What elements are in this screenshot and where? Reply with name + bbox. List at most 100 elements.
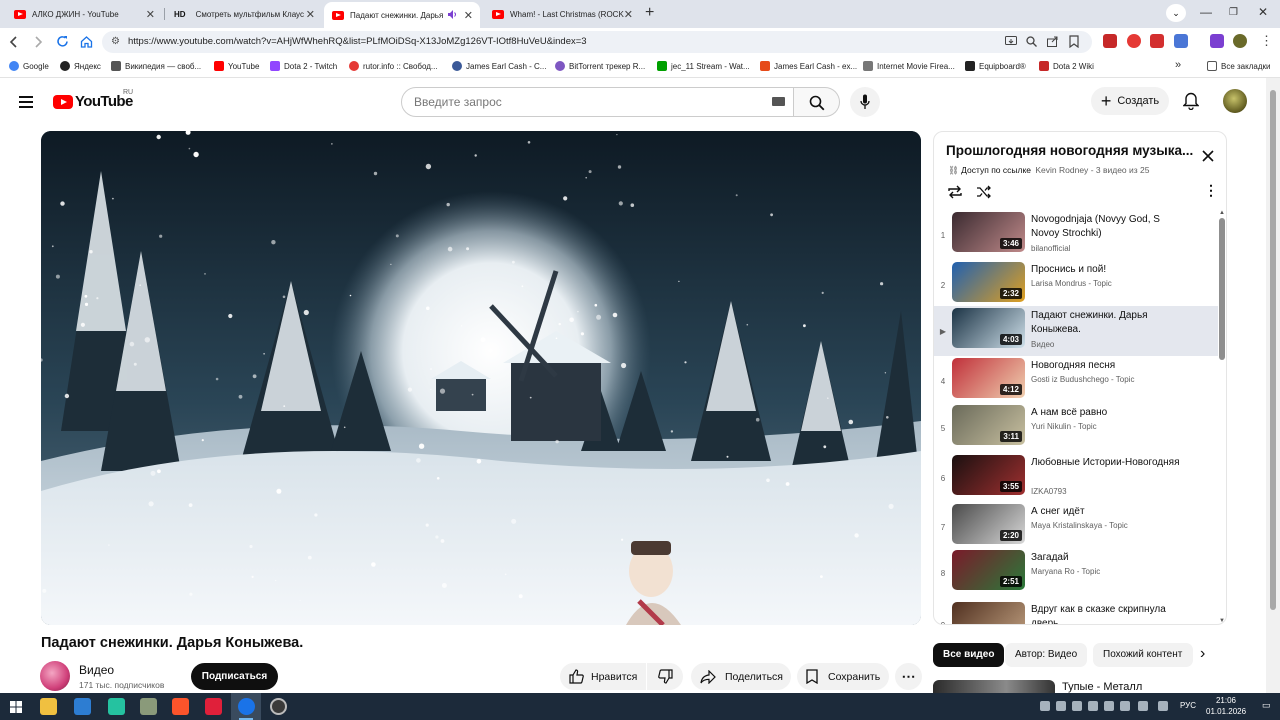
network-icon[interactable] [1120,701,1130,711]
bookmark-imfdb[interactable]: Internet Movie Firea... [863,61,955,71]
playlist-item[interactable]: 5 3:11 А нам всё равно Yuri Nikulin - Topic [934,403,1218,450]
shuffle-icon[interactable] [976,185,992,199]
close-icon[interactable]: ✕ [464,9,473,22]
playlist-item-thumbnail[interactable]: 3:11 [952,405,1025,445]
keyboard-language[interactable]: РУС [1180,701,1196,710]
playlist-item-thumbnail[interactable]: 4:12 [952,358,1025,398]
channel-name[interactable]: Видео [79,663,114,677]
steam-icon[interactable] [270,698,287,715]
playlist-owner[interactable]: Kevin Rodney [1035,165,1088,175]
youtube-logo[interactable]: YouTube RU [53,89,133,110]
home-icon[interactable] [80,35,93,48]
playlist-item[interactable]: 8 2:51 Загадай Maryana Ro - Topic [934,548,1218,595]
playlist-item-title[interactable]: Новогодняя песня [1031,359,1181,373]
share-button[interactable]: Поделиться [691,663,791,690]
profile-avatar-icon[interactable] [1233,34,1247,48]
back-icon[interactable] [9,36,19,48]
playlist-item[interactable]: 4 4:12 Новогодняя песня Gosti iz Budushcheg… [934,356,1218,403]
playlist-item-title[interactable]: Падают снежинки. Дарья Коныжева. [1031,309,1181,337]
app-icon-2[interactable] [140,698,157,715]
new-tab-icon[interactable]: + [645,4,654,22]
voice-search-button[interactable] [850,87,880,117]
tray-icon-1[interactable] [1040,701,1050,711]
battery-icon[interactable] [1158,701,1168,711]
bookmark-star-icon[interactable] [1069,35,1079,48]
chip-author-video[interactable]: Автор: Видео [1005,643,1088,667]
subscribe-button[interactable]: Подписаться [191,663,278,690]
playlist-item-title[interactable]: Novogodnjaja (Novyy God, S Novoy Strochk… [1031,213,1181,241]
tray-icon-3[interactable] [1072,701,1082,711]
page-scrollbar[interactable] [1266,78,1280,693]
playlist-item[interactable]: 2 2:32 Проснись и пой! Larisa Mondrus - Top… [934,260,1218,307]
install-app-icon[interactable] [1005,36,1017,47]
restore-icon[interactable]: ❐ [1229,7,1238,18]
clock[interactable]: 21:06 01.01.2026 [1206,695,1246,717]
tray-icon-2[interactable] [1056,701,1066,711]
playlist-item[interactable]: 9 Вдруг как в сказке скрипнула дверь [934,600,1218,624]
browser-tab-1[interactable]: АЛКО ДЖИН - YouTube ✕ [6,3,162,25]
close-icon[interactable]: ✕ [306,8,315,21]
chip-all-videos[interactable]: Все видео [933,643,1005,667]
playlist-item-title[interactable]: А снег идёт [1031,505,1181,519]
bookmark-yandex[interactable]: Яндекс [60,61,101,71]
playlist-title[interactable]: Прошлогодняя новогодняя музыка... [946,143,1193,158]
scroll-up-icon[interactable]: ▲ [1219,210,1225,216]
all-bookmarks[interactable]: Все закладки [1207,61,1270,71]
playlist-item-title[interactable]: А нам всё равно [1031,406,1181,420]
vivaldi-icon[interactable] [205,698,222,715]
browser-tab-4[interactable]: Wham! - Last Christmas (ROCK ✕ [484,3,640,25]
browser-menu-icon[interactable]: ⋮ [1260,33,1273,49]
playlist-item[interactable]: 7 2:20 А снег идёт Maya Kristalinskaya - To… [934,502,1218,549]
tray-icon-5[interactable] [1104,701,1114,711]
bookmark-rutor[interactable]: rutor.info :: Свобод... [349,61,438,71]
minimize-icon[interactable]: — [1200,5,1212,19]
like-button[interactable]: Нравится [560,663,646,690]
file-explorer-icon[interactable] [40,698,57,715]
search-input[interactable]: Введите запрос [401,87,794,117]
more-actions-button[interactable]: ⋯ [895,663,922,690]
site-info-icon[interactable]: ⚙ [111,31,120,53]
playlist-item-thumbnail[interactable]: 3:55 [952,455,1025,495]
close-icon[interactable]: ✕ [624,8,633,21]
reload-icon[interactable] [56,35,69,48]
close-playlist-icon[interactable] [1202,150,1214,162]
browser-tab-3-active[interactable]: Падают снежинки. Дарья ✕ [324,2,480,28]
close-icon[interactable]: ✕ [146,8,155,21]
app-icon-1[interactable] [74,698,91,715]
channel-avatar[interactable] [40,661,70,691]
more-bookmarks-icon[interactable]: » [1175,59,1181,71]
playlist-item-title[interactable]: Проснись и пой! [1031,263,1181,277]
tiktok-icon[interactable] [108,698,125,715]
brave-browser-icon[interactable] [172,698,189,715]
playlist-item-thumbnail[interactable]: 2:51 [952,550,1025,590]
bookmark-james-earl-cash[interactable]: James Earl Cash - C... [452,61,546,71]
playlist-item-thumbnail[interactable]: 4:03 [952,308,1025,348]
tab-search-icon[interactable]: ⌄ [1166,4,1186,22]
loop-icon[interactable] [947,185,963,199]
scroll-down-icon[interactable]: ▼ [1219,618,1225,624]
create-button[interactable]: + Создать [1091,87,1169,115]
bookmark-jec-stream[interactable]: jec_11 Stream - Wat... [657,61,750,71]
search-button[interactable] [794,87,840,117]
extension-puzzle-icon[interactable] [1174,34,1188,48]
playlist-item-thumbnail[interactable]: 2:32 [952,262,1025,302]
notifications-bell-icon[interactable] [1183,92,1199,110]
scrollbar-thumb[interactable] [1219,218,1225,360]
playlist-item[interactable]: ▶ 4:03 Падают снежинки. Дарья Коныжева. Вид… [934,306,1218,356]
playlist-scrollbar[interactable]: ▲ ▼ [1218,210,1226,624]
bookmark-equipboard[interactable]: Equipboard® [965,61,1026,71]
recommendation-title[interactable]: Тупые - Металл [1062,681,1142,693]
playlist-item[interactable]: 6 3:55 Любовные Истории-Новогодняя IZKA0793 [934,453,1218,500]
browser-tab-2[interactable]: HD Смотреть мультфильм Клаус ✕ [166,3,322,25]
windows-start-icon[interactable] [10,701,22,713]
extension-icon-3[interactable] [1150,34,1164,48]
speaker-icon[interactable] [448,10,458,19]
chip-related-content[interactable]: Похожий контент [1093,643,1193,667]
dislike-button[interactable] [647,663,683,690]
playlist-item-thumbnail[interactable]: 3:46 [952,212,1025,252]
notifications-icon[interactable]: ▭ [1262,700,1271,711]
bookmark-bittorrent[interactable]: BitTorrent трекер R... [555,61,645,71]
bookmark-youtube[interactable]: YouTube [214,61,259,71]
address-bar[interactable]: ⚙ https://www.youtube.com/watch?v=AHjWfW… [102,31,1092,53]
account-avatar[interactable] [1223,89,1247,113]
